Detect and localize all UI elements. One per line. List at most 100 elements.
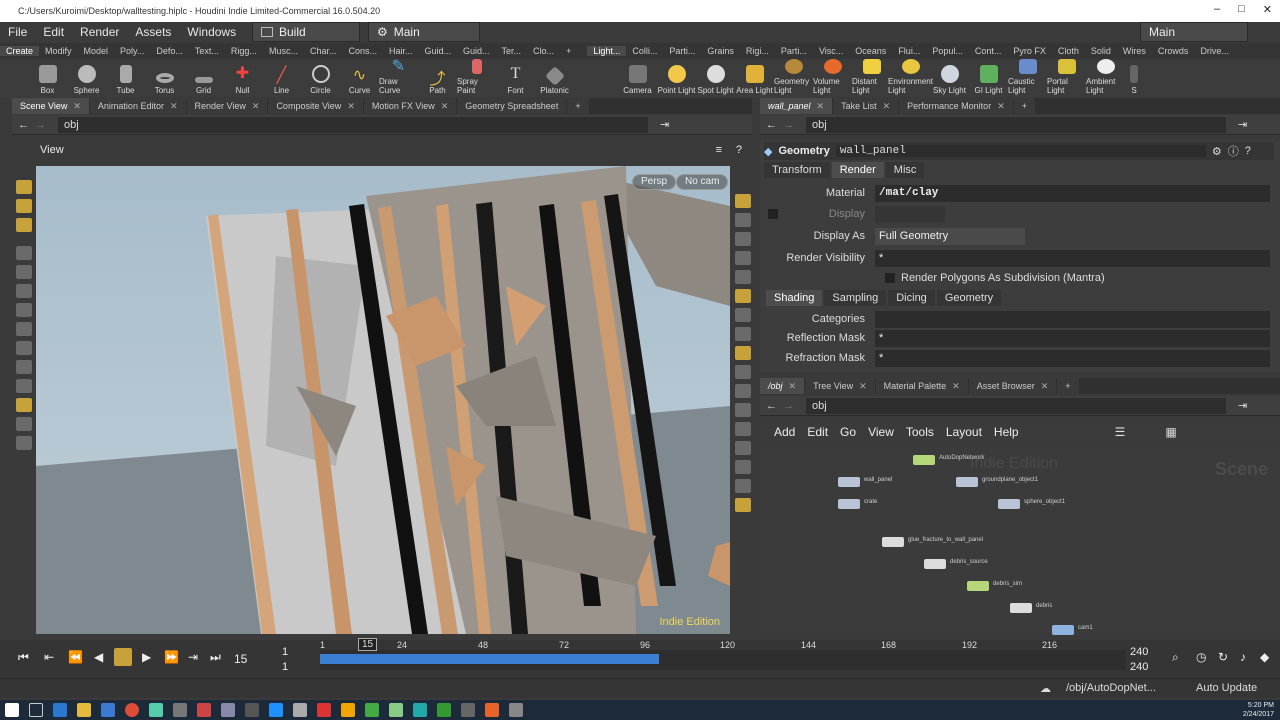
close-icon[interactable]: ✕ (952, 378, 960, 394)
back-arrow-icon[interactable]: ← (766, 400, 777, 412)
shelf-tab[interactable]: Flui... (892, 46, 926, 56)
tab-sampling[interactable]: Sampling (824, 290, 887, 306)
close-icon[interactable]: ✕ (883, 98, 891, 114)
geometry-light-tool[interactable]: Geometry Light (774, 59, 813, 97)
network-node[interactable]: crate (838, 499, 877, 509)
network-menu-tools[interactable]: Tools (900, 425, 940, 439)
torus-tool[interactable]: Torus (145, 59, 184, 97)
tab-animation-editor[interactable]: Animation Editor ✕ (89, 98, 186, 114)
end-frame-field-2[interactable]: 240 (1130, 661, 1148, 673)
edge-icon[interactable] (53, 703, 67, 717)
app-icon[interactable] (221, 703, 235, 717)
app-icon[interactable] (389, 703, 403, 717)
tab-obj-network[interactable]: /obj ✕ (760, 378, 805, 394)
add-shelf-icon[interactable]: + (560, 46, 577, 56)
end-frame-field[interactable]: 240 (1130, 646, 1148, 658)
gear-icon[interactable]: ⚙ (1212, 145, 1222, 158)
tab-geometry[interactable]: Geometry (936, 290, 1002, 306)
timeline[interactable]: 1 24 48 72 96 120 144 168 192 216 15 (320, 638, 1126, 670)
close-icon[interactable]: ✕ (347, 98, 355, 114)
camera-menu[interactable]: No cam (676, 174, 729, 190)
app-icon[interactable] (461, 703, 475, 717)
path-field[interactable]: obj (806, 397, 1226, 414)
step-forward-icon[interactable]: ⏩ (164, 650, 179, 664)
render-region-icon[interactable] (735, 346, 751, 360)
environment-light-tool[interactable]: Environment Light (888, 59, 933, 97)
tab-asset-browser[interactable]: Asset Browser ✕ (968, 378, 1057, 394)
portal-light-tool[interactable]: Portal Light (1047, 59, 1086, 97)
app-icon[interactable] (437, 703, 451, 717)
network-menu-go[interactable]: Go (834, 425, 862, 439)
loop-icon[interactable]: ↻ (1218, 650, 1228, 664)
shelf-tab[interactable]: Colli... (626, 46, 663, 56)
help-icon[interactable]: ? (1245, 145, 1251, 157)
tab-shading[interactable]: Shading (766, 290, 823, 306)
network-node[interactable]: AutoDopNetwork (913, 455, 984, 465)
close-icon[interactable]: ✕ (817, 98, 825, 114)
app-icon[interactable] (365, 703, 379, 717)
spray-paint-tool[interactable]: Spray Paint (457, 59, 496, 97)
display-as-dropdown[interactable]: Full Geometry (875, 227, 1025, 245)
display-field[interactable] (875, 205, 945, 223)
light-bulb-icon[interactable] (735, 289, 751, 303)
network-editor[interactable]: Indie Edition Scene AutoDopNetwork wall_… (760, 445, 1280, 635)
snapshot-icon[interactable] (735, 327, 751, 341)
network-menu-help[interactable]: Help (988, 425, 1025, 439)
app-icon[interactable] (293, 703, 307, 717)
tab-transform[interactable]: Transform (764, 162, 830, 178)
tab-misc[interactable]: Misc (885, 162, 925, 178)
menu-windows[interactable]: Windows (179, 25, 244, 39)
path-tool[interactable]: ⤴ Path (418, 59, 457, 97)
forward-arrow-icon[interactable]: → (783, 400, 794, 412)
subdivision-checkbox[interactable] (885, 273, 895, 283)
text-abc-icon[interactable] (735, 479, 751, 493)
sky-light-tool[interactable]: Sky Light (930, 59, 969, 97)
back-arrow-icon[interactable]: ← (18, 119, 29, 131)
network-menu-edit[interactable]: Edit (801, 425, 834, 439)
path-field[interactable]: obj (806, 116, 1226, 133)
menu-render[interactable]: Render (72, 25, 127, 39)
grid-tool[interactable]: Grid (184, 59, 223, 97)
shelf-tab[interactable]: Cloth (1052, 46, 1085, 56)
status-path[interactable]: /obj/AutoDopNet... (1066, 682, 1156, 694)
add-tab-icon[interactable]: + (567, 98, 589, 114)
group-tool-icon[interactable] (16, 398, 32, 412)
network-node[interactable]: debris (1010, 603, 1052, 613)
forward-arrow-icon[interactable]: → (35, 119, 46, 131)
app-icon[interactable] (149, 703, 163, 717)
add-tab-icon[interactable]: + (1013, 98, 1036, 114)
app-icon[interactable] (269, 703, 283, 717)
tube-tool[interactable]: Tube (106, 59, 145, 97)
image-icon[interactable] (735, 498, 751, 512)
line-tool[interactable]: ╱ Line (262, 59, 301, 97)
pin-view-icon[interactable] (735, 308, 751, 322)
add-tab-icon[interactable]: + (1057, 378, 1079, 394)
network-node[interactable]: debris_source (924, 559, 988, 569)
shelf-tab[interactable]: Char... (304, 46, 343, 56)
menu-assets[interactable]: Assets (127, 25, 179, 39)
path-field[interactable]: obj (58, 116, 648, 133)
pose-tool-icon[interactable] (16, 284, 32, 298)
shelf-tab[interactable]: Parti... (663, 46, 701, 56)
grid-toggle-icon[interactable] (735, 251, 751, 265)
pin-icon[interactable]: ⇥ (1238, 399, 1247, 412)
menu-edit[interactable]: Edit (35, 25, 72, 39)
circle-tool[interactable]: Circle (301, 59, 340, 97)
camera-tool[interactable]: Camera (618, 59, 657, 97)
app-icon[interactable] (509, 703, 523, 717)
desktop-selector[interactable]: Build (252, 22, 360, 42)
platonic-tool[interactable]: Platonic (535, 59, 574, 97)
shelf-tab[interactable]: Crowds (1152, 46, 1195, 56)
vector-icon[interactable] (735, 441, 751, 455)
app-icon[interactable] (341, 703, 355, 717)
shelf-tab[interactable]: Cons... (342, 46, 383, 56)
shelf-tab[interactable]: Pyro FX (1007, 46, 1052, 56)
jump-start-icon[interactable]: ⏮ (18, 650, 29, 665)
rotate-tool-icon[interactable] (16, 322, 32, 336)
more-light-tool[interactable]: S (1125, 59, 1143, 97)
shelf-tab[interactable]: Rigi... (740, 46, 775, 56)
wireframe-icon[interactable] (735, 365, 751, 379)
points-icon[interactable] (735, 384, 751, 398)
close-icon[interactable]: ✕ (859, 378, 867, 394)
explorer-icon[interactable] (77, 703, 91, 717)
